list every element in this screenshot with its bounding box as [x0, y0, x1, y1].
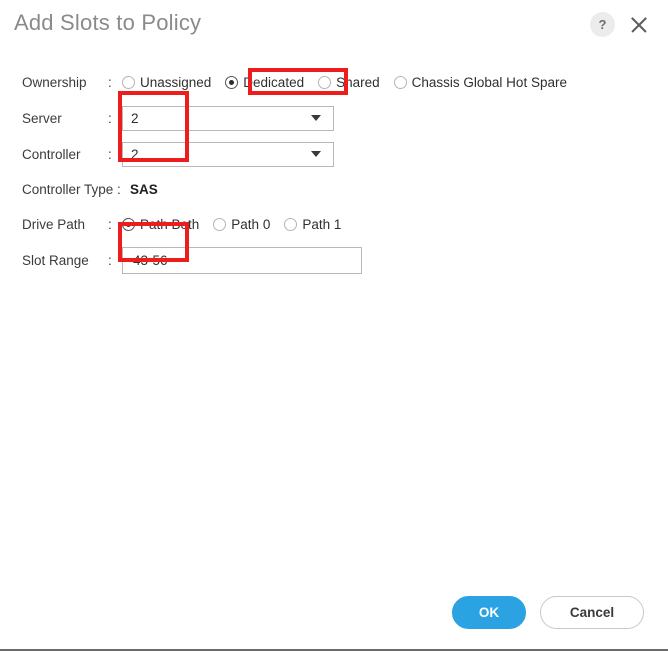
- ownership-colon: :: [108, 74, 112, 90]
- form-row-controller-type: Controller Type : SAS: [0, 177, 668, 201]
- ownership-option-shared[interactable]: Shared: [318, 75, 380, 90]
- radio-icon-path-1[interactable]: [284, 217, 298, 231]
- form-row-drive-path: Drive Path : Path Both Path 0 Path 1: [0, 212, 668, 236]
- server-select[interactable]: 2: [122, 105, 334, 131]
- dialog-body: Ownership : Unassigned Dedicated Shared: [0, 50, 668, 587]
- add-slots-form: Ownership : Unassigned Dedicated Shared: [0, 68, 668, 274]
- drive-path-radio-group: Path Both Path 0 Path 1: [122, 217, 341, 232]
- ownership-option-unassigned[interactable]: Unassigned: [122, 75, 211, 90]
- controller-colon: :: [108, 146, 112, 162]
- page-title: Add Slots to Policy: [14, 10, 202, 35]
- ownership-option-chassis-global-hot-spare-label: Chassis Global Hot Spare: [411, 74, 567, 90]
- ownership-radio-group: Unassigned Dedicated Shared Chassis Glob…: [122, 75, 567, 90]
- cancel-button[interactable]: Cancel: [540, 595, 644, 629]
- dialog-footer: OK Cancel: [0, 587, 668, 649]
- controller-select[interactable]: 2: [122, 141, 334, 167]
- dialog-header: Add Slots to Policy ?: [0, 0, 668, 50]
- controller-label: Controller: [22, 146, 81, 162]
- ownership-option-unassigned-label: Unassigned: [140, 74, 212, 90]
- ownership-option-dedicated[interactable]: Dedicated: [225, 75, 304, 90]
- slot-range-input[interactable]: 43-56: [122, 246, 362, 274]
- ownership-option-dedicated-label: Dedicated: [243, 74, 305, 90]
- drive-path-option-path-0[interactable]: Path 0: [213, 217, 270, 232]
- slot-range-colon: :: [108, 252, 112, 268]
- close-icon[interactable]: [628, 14, 650, 36]
- drive-path-option-path-1[interactable]: Path 1: [284, 217, 341, 232]
- ownership-option-shared-label: Shared: [336, 74, 380, 90]
- form-row-ownership: Ownership : Unassigned Dedicated Shared: [0, 70, 668, 94]
- drive-path-option-path-both[interactable]: Path Both: [122, 217, 199, 232]
- radio-icon-path-both[interactable]: [122, 217, 135, 231]
- radio-icon-unassigned[interactable]: [122, 75, 135, 89]
- radio-icon-path-0[interactable]: [213, 217, 227, 231]
- ok-button[interactable]: OK: [452, 595, 526, 629]
- form-row-slot-range: Slot Range : 43-56: [0, 246, 668, 274]
- controller-select-value: 2: [131, 146, 139, 162]
- drive-path-option-path-0-label: Path 0: [231, 216, 271, 232]
- ownership-label: Ownership: [22, 74, 87, 90]
- server-colon: :: [108, 110, 112, 126]
- controller-type-label: Controller Type :: [22, 181, 121, 197]
- header-actions: ?: [590, 9, 650, 37]
- chevron-down-icon[interactable]: [311, 151, 321, 157]
- drive-path-label: Drive Path: [22, 216, 86, 232]
- form-row-server: Server : 2: [0, 105, 668, 131]
- radio-icon-chassis-global-hot-spare[interactable]: [393, 75, 407, 89]
- drive-path-colon: :: [108, 216, 112, 232]
- ownership-option-chassis-global-hot-spare[interactable]: Chassis Global Hot Spare: [393, 74, 567, 90]
- radio-icon-dedicated[interactable]: [225, 75, 239, 89]
- slot-range-label: Slot Range: [22, 252, 89, 268]
- add-slots-to-policy-dialog: Add Slots to Policy ? Ownership : Unassi…: [0, 0, 668, 651]
- radio-icon-shared[interactable]: [318, 75, 332, 89]
- controller-type-value: SAS: [130, 181, 158, 197]
- drive-path-option-path-both-label: Path Both: [140, 216, 200, 232]
- drive-path-option-path-1-label: Path 1: [302, 216, 342, 232]
- server-label: Server: [22, 110, 62, 126]
- chevron-down-icon[interactable]: [311, 115, 321, 121]
- form-row-controller: Controller : 2: [0, 141, 668, 167]
- help-icon[interactable]: ?: [590, 12, 615, 37]
- server-select-value: 2: [131, 110, 139, 126]
